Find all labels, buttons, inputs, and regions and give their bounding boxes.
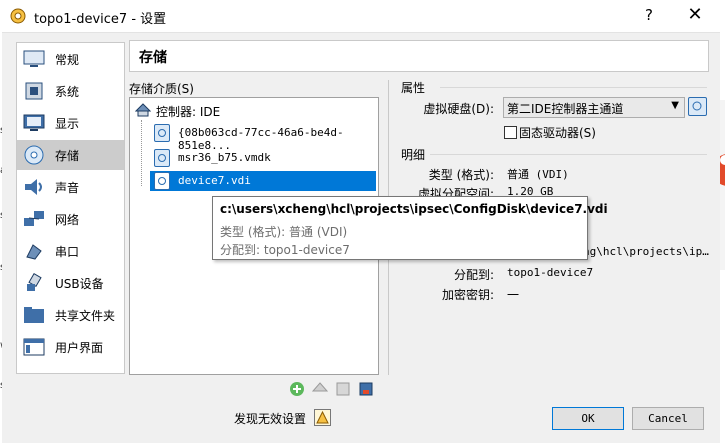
attached-to-value: topo1-device7 <box>507 266 594 279</box>
storage-devices-label: 存储介质(S) <box>129 82 194 96</box>
remove-controller-icon[interactable] <box>312 381 328 397</box>
controller-ide[interactable]: 控制器: IDE <box>132 101 376 121</box>
type-label: 类型 (格式): <box>428 168 494 182</box>
page-title: 存储 <box>139 50 167 66</box>
nav-item-label: 串口 <box>55 245 80 259</box>
tooltip-attached: 分配到: topo1-device7 <box>220 243 350 257</box>
tree-item-label: msr36_b75.vmdk <box>178 151 271 164</box>
general-icon <box>23 50 45 67</box>
hard-disk-icon <box>154 149 170 167</box>
invalid-settings-label: 发现无效设置 <box>234 412 307 426</box>
nav-item-label: 声音 <box>55 181 80 195</box>
nav-item-display[interactable]: 显示 <box>17 108 124 138</box>
chevron-down-icon: ▼ <box>671 100 679 111</box>
shared-folder-icon <box>24 307 44 323</box>
help-button[interactable]: ? <box>638 6 660 26</box>
attached-to-label: 分配到: <box>453 268 494 282</box>
hard-disk-icon <box>154 172 170 190</box>
warning-icon[interactable] <box>314 409 331 426</box>
network-icon <box>24 211 44 226</box>
nav-item-label: 常规 <box>55 53 80 67</box>
virtualbox-app-icon <box>10 8 26 24</box>
nav-item-label: 网络 <box>55 213 80 227</box>
disk-tooltip: c:\users\xcheng\hcl\projects\ipsec\Confi… <box>212 196 608 260</box>
virtual-disk-select-value: 第二IDE控制器主通道 <box>507 102 624 116</box>
tree-item-disk[interactable]: {08b063cd-77cc-46a6-be4d-851e8... <box>150 123 376 152</box>
choose-disk-button[interactable] <box>688 97 707 116</box>
virtual-disk-select[interactable]: 第二IDE控制器主通道 ▼ <box>503 97 685 118</box>
tooltip-type: 类型 (格式): 普通 (VDI) <box>220 225 348 239</box>
type-value: 普通 (VDI) <box>507 168 569 181</box>
user-interface-icon <box>23 338 45 356</box>
encryption-key-value: 一 <box>507 288 520 302</box>
hard-disk-icon <box>154 124 170 142</box>
tree-item-disk-selected[interactable]: device7.vdi <box>150 171 376 191</box>
nav-item-storage[interactable]: 存储 <box>17 140 124 170</box>
section-divider <box>430 154 707 155</box>
tree-item-disk[interactable]: msr36_b75.vmdk <box>150 148 376 168</box>
tree-connector <box>141 120 143 186</box>
system-icon <box>25 82 43 100</box>
display-icon <box>23 114 45 131</box>
virtual-disk-label: 虚拟硬盘(D): <box>423 102 494 116</box>
nav-item-user-interface[interactable]: 用户界面 <box>17 332 124 362</box>
hard-disk-icon <box>692 101 702 111</box>
tooltip-path: c:\users\xcheng\hcl\projects\ipsec\Confi… <box>220 202 608 216</box>
nav-item-label: 系统 <box>55 85 80 99</box>
nav-item-shared-folders[interactable]: 共享文件夹 <box>17 300 124 330</box>
location-value: ng\hcl\projects\ip… <box>583 245 709 258</box>
serial-port-icon <box>26 244 42 260</box>
nav-item-audio[interactable]: 声音 <box>17 172 124 202</box>
nav-item-label: 显示 <box>55 117 80 131</box>
nav-item-label: 共享文件夹 <box>55 309 116 323</box>
controller-icon <box>135 103 151 117</box>
title-bar[interactable]: topo1-device7 - 设置 ? ✕ <box>0 0 725 32</box>
window-title: topo1-device7 - 设置 <box>34 12 167 27</box>
audio-icon <box>25 179 42 195</box>
nav-item-serial-port[interactable]: 串口 <box>17 236 124 266</box>
nav-item-label: USB设备 <box>55 277 104 291</box>
settings-navigation: 常规 系统 显示 存储 声音 网络 串口 USB设备 共享文件夹 用户界面 <box>16 42 125 374</box>
controller-label: 控制器: IDE <box>156 105 221 119</box>
section-divider <box>440 87 707 88</box>
page-header: 存储 <box>129 40 709 72</box>
attributes-section-label: 属性 <box>401 81 426 95</box>
add-attachment-icon[interactable] <box>335 381 351 397</box>
cancel-button[interactable]: Cancel <box>632 407 704 430</box>
add-controller-icon[interactable] <box>289 381 305 397</box>
encryption-key-label: 加密密钥: <box>441 288 494 302</box>
storage-icon <box>24 145 44 165</box>
nav-item-network[interactable]: 网络 <box>17 204 124 234</box>
nav-item-label: 存储 <box>55 149 80 163</box>
nav-item-label: 用户界面 <box>55 341 104 355</box>
nav-item-usb[interactable]: USB设备 <box>17 268 124 298</box>
nav-item-general[interactable]: 常规 <box>17 44 124 74</box>
remove-attachment-icon[interactable] <box>358 381 374 397</box>
tree-item-label: device7.vdi <box>178 174 251 187</box>
close-button[interactable]: ✕ <box>680 4 710 28</box>
usb-icon <box>27 273 42 291</box>
nav-item-system[interactable]: 系统 <box>17 76 124 106</box>
ok-button[interactable]: OK <box>552 407 624 430</box>
solid-state-drive-checkbox[interactable] <box>504 126 517 139</box>
solid-state-drive-label: 固态驱动器(S) <box>519 126 596 140</box>
details-section-label: 明细 <box>401 148 426 162</box>
